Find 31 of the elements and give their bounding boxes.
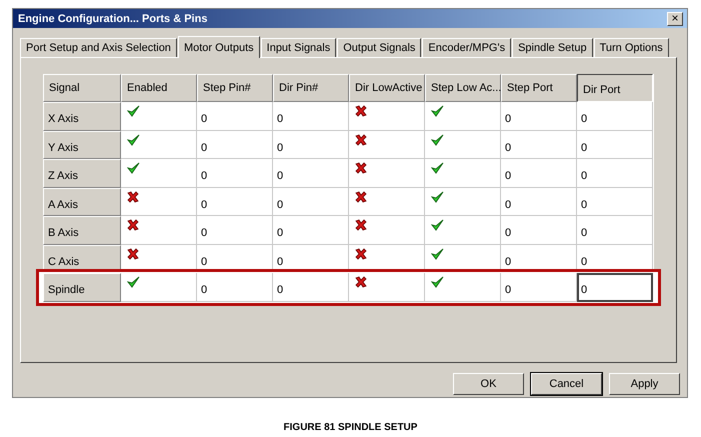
tab[interactable]: Motor Outputs	[178, 36, 260, 58]
tab[interactable]: Spindle Setup	[512, 38, 593, 57]
close-button[interactable]: ×	[667, 12, 683, 26]
dialog-button[interactable]: Apply	[609, 373, 680, 395]
tab[interactable]: Output Signals	[337, 38, 422, 57]
column-header[interactable]: Dir LowActive	[349, 74, 425, 102]
column-header[interactable]: Enabled	[121, 74, 197, 102]
column-header[interactable]: Dir Port	[577, 74, 653, 102]
row-header[interactable]: A Axis	[43, 188, 121, 216]
figure-caption: FIGURE 81 SPINDLE SETUP	[284, 422, 418, 433]
row-header[interactable]: B Axis	[43, 216, 121, 244]
tab[interactable]: Input Signals	[260, 38, 336, 57]
window-title: Engine Configuration... Ports & Pins	[18, 12, 208, 24]
table-cell: 0	[273, 273, 349, 302]
column-header[interactable]: Step Port	[501, 74, 577, 102]
tab[interactable]: Turn Options	[594, 38, 669, 57]
row-header[interactable]: Z Axis	[43, 159, 121, 188]
table-cell: 0	[577, 273, 653, 302]
table-cell: 0	[197, 273, 273, 302]
column-header[interactable]: Step Pin#	[197, 74, 273, 102]
row-header[interactable]: X Axis	[43, 102, 121, 130]
dialog-button[interactable]: Cancel	[531, 373, 602, 395]
tab[interactable]: Encoder/MPG's	[422, 38, 512, 57]
column-header[interactable]: Signal	[43, 74, 121, 102]
dialog-button[interactable]: OK	[453, 373, 524, 395]
tab[interactable]: Port Setup and Axis Selection	[20, 38, 177, 57]
row-header[interactable]: Spindle	[43, 273, 121, 302]
column-header[interactable]: Step Low Ac...	[425, 74, 501, 102]
table-cell: 0	[501, 273, 577, 302]
row-header[interactable]: Y Axis	[43, 130, 121, 159]
column-header[interactable]: Dir Pin#	[273, 74, 349, 102]
